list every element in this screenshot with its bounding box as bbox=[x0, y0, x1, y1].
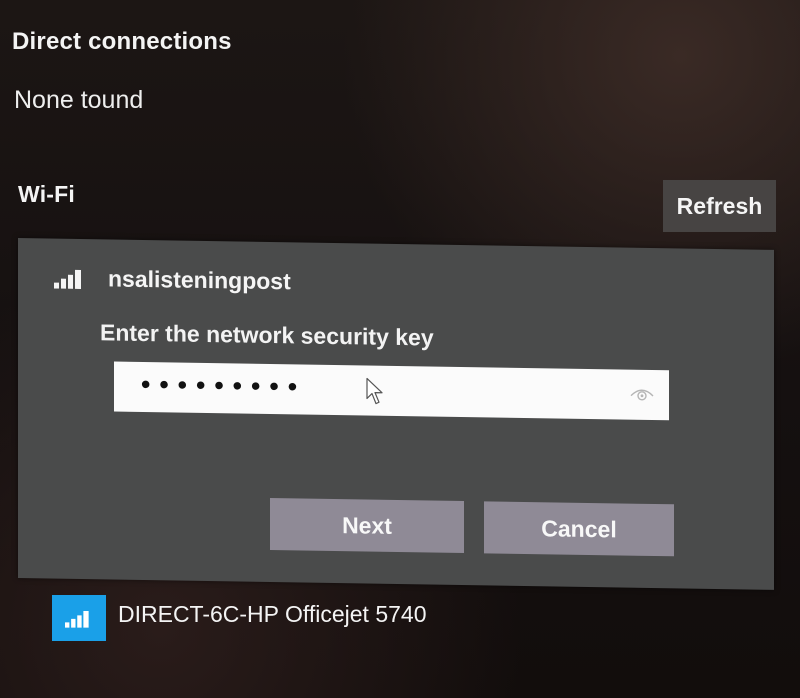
wifi-signal-icon bbox=[54, 269, 81, 289]
eye-icon[interactable] bbox=[629, 386, 655, 404]
wifi-heading: Wi-Fi bbox=[18, 181, 75, 207]
security-key-input[interactable]: ••••••••• bbox=[114, 361, 669, 421]
network-name: nsalisteningpost bbox=[108, 265, 291, 295]
security-key-label: Enter the network security key bbox=[100, 319, 434, 351]
network-connect-panel: nsalisteningpost Enter the network secur… bbox=[18, 238, 774, 590]
device-name: DIRECT-6C-HP Officejet 5740 bbox=[118, 601, 427, 627]
next-button[interactable]: Next bbox=[270, 497, 464, 554]
wifi-signal-icon bbox=[65, 611, 89, 628]
refresh-button[interactable]: Refresh bbox=[663, 180, 776, 232]
device-icon-tile bbox=[52, 595, 106, 641]
mouse-pointer-icon bbox=[366, 377, 383, 405]
direct-connections-heading: Direct connections bbox=[12, 28, 232, 55]
password-mask: ••••••••• bbox=[138, 370, 304, 404]
cancel-button[interactable]: Cancel bbox=[484, 501, 674, 557]
network-list-item[interactable]: DIRECT-6C-HP Officejet 5740 bbox=[52, 593, 472, 641]
direct-connections-status: None tound bbox=[14, 86, 144, 114]
